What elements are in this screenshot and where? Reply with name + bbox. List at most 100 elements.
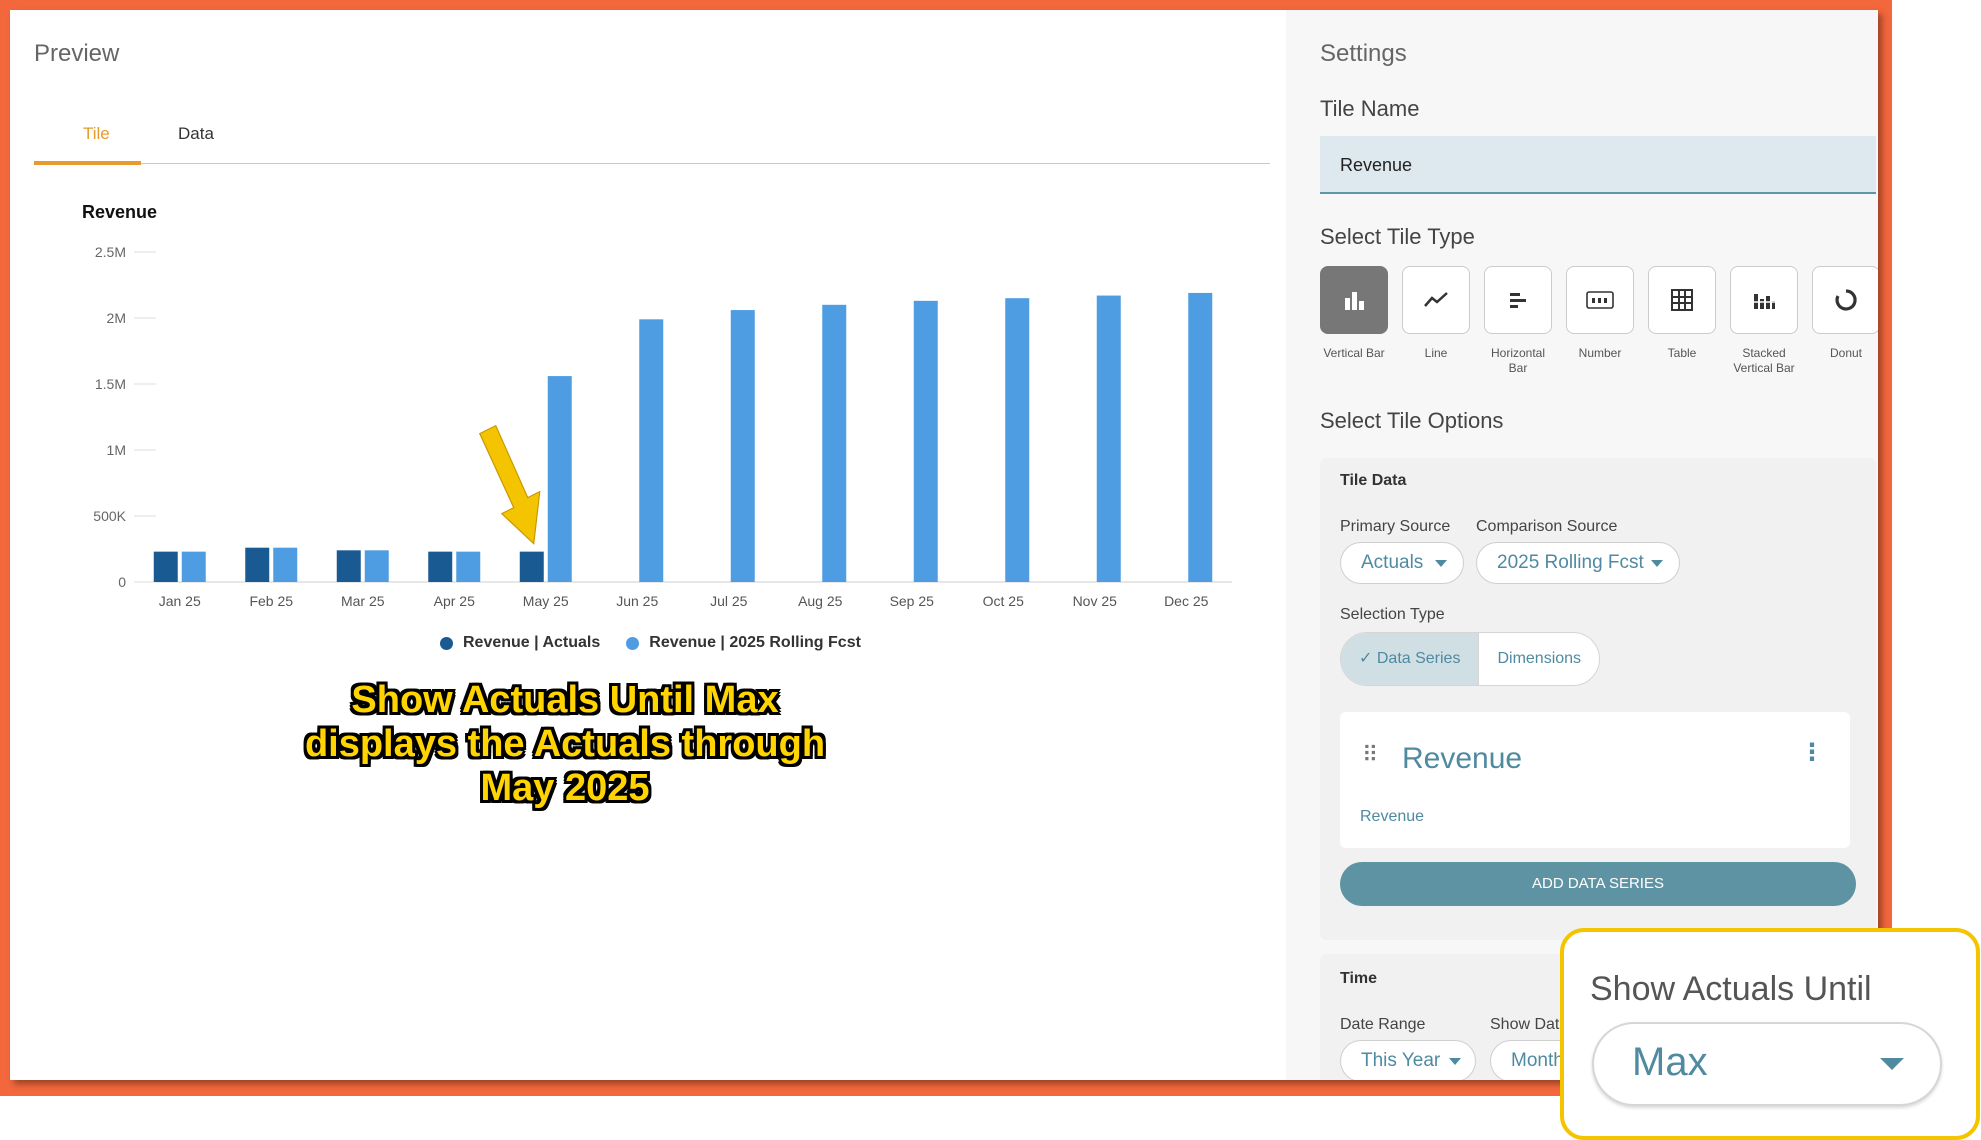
tile-type-label: Horizontal Bar [1490,346,1546,375]
number-icon [1586,291,1614,309]
x-tick-label: Jun 25 [616,593,658,609]
preview-title: Preview [34,40,120,67]
tile-data-heading: Tile Data [1340,472,1407,489]
callout-line-2: displays the Actuals through [304,723,826,765]
vertical-bar-button[interactable] [1320,266,1388,334]
donut-icon [1835,289,1857,311]
bar-forecast [364,550,389,582]
tile-type-label: Number [1578,346,1622,360]
bar-actuals [245,547,270,582]
tile-type-label: Stacked Vertical Bar [1733,346,1795,375]
legend-label-actuals: Revenue | Actuals [463,634,601,651]
chevron-down-icon [1449,1058,1461,1065]
data-series-label: Data Series [1376,650,1461,667]
line-button[interactable] [1402,266,1470,334]
bar-forecast [1005,298,1030,582]
vertical-bar-icon [1345,292,1364,310]
x-tick-label: Oct 25 [983,593,1024,609]
x-tick-label: Mar 25 [341,593,385,609]
table-button[interactable] [1648,266,1716,334]
bar-actuals [428,551,453,582]
chart-title: Revenue [82,202,158,222]
tab-tile[interactable]: Tile [83,124,110,144]
annotation-arrow [478,424,541,545]
y-tick-label: 0 [118,574,126,590]
bar-forecast [181,551,206,582]
selection-data-series-button[interactable]: ✓ Data Series [1341,633,1479,685]
comparison-source-select[interactable]: 2025 Rolling Fcst [1476,542,1680,584]
x-tick-label: Nov 25 [1073,593,1118,609]
primary-source-label: Primary Source [1340,518,1451,535]
bar-forecast [1188,292,1213,582]
legend-item-actuals[interactable]: Revenue | Actuals [440,634,600,652]
chevron-down-icon [1435,560,1447,567]
tile-type-donut[interactable]: Donut [1812,266,1878,376]
bar-forecast [547,376,572,582]
comparison-source-label: Comparison Source [1476,518,1618,535]
selection-dimensions-button[interactable]: Dimensions [1478,633,1599,685]
add-data-series-button[interactable]: ADD DATA SERIES [1340,862,1856,906]
tile-type-picker: Vertical Bar Line Horizontal Bar Number … [1320,266,1878,376]
y-tick-label: 1.5M [95,376,126,392]
x-tick-label: Feb 25 [249,593,293,609]
comparison-source-value: 2025 Rolling Fcst [1497,552,1644,573]
line-chart-icon [1424,292,1448,307]
show-data-value: Month [1511,1050,1564,1071]
tile-type-table[interactable]: Table [1648,266,1716,376]
tile-name-input[interactable]: Revenue [1320,136,1876,194]
series-name: Revenue [1402,742,1523,775]
tab-data[interactable]: Data [178,124,214,144]
x-tick-label: May 25 [523,593,569,609]
bar-forecast [822,304,847,582]
tile-type-horizontal-bar[interactable]: Horizontal Bar [1484,266,1552,376]
chevron-down-icon [1651,560,1663,567]
horizontal-bar-icon [1510,293,1526,308]
drag-handle-icon[interactable]: ⠿ [1362,742,1378,768]
tile-type-number[interactable]: Number [1566,266,1634,376]
x-tick-label: Aug 25 [798,593,843,609]
bar-forecast [1096,295,1121,582]
tile-type-vertical-bar[interactable]: Vertical Bar [1320,266,1388,376]
show-actuals-until-label: Show Actuals Until [1590,970,1872,1008]
bar-forecast [913,300,938,582]
x-tick-label: Jul 25 [710,593,748,609]
number-button[interactable] [1566,266,1634,334]
table-icon [1671,289,1693,311]
tile-type-label: Donut [1829,346,1863,360]
y-tick-label: 2M [107,310,126,326]
chart-legend: Revenue | Actuals Revenue | 2025 Rolling… [440,634,861,652]
preview-tabs: Tile Data [34,110,1270,165]
preview-panel: Preview Tile Data Revenue 0 500K 1M 1.5M 2M 2… [10,10,1286,1080]
tile-type-line[interactable]: Line [1402,266,1470,376]
x-tick-label: Apr 25 [434,593,475,609]
active-tab-indicator [34,161,141,165]
selection-type-toggle: ✓ Data Series Dimensions [1340,632,1601,686]
legend-item-forecast[interactable]: Revenue | 2025 Rolling Fcst [626,634,861,652]
bar-actuals [153,551,178,582]
tile-name-heading: Tile Name [1320,96,1420,121]
tile-type-stacked-bar[interactable]: Stacked Vertical Bar [1730,266,1798,376]
tile-data-card: Tile Data Primary Source Actuals Compari… [1320,458,1876,940]
show-data-label: Show Dat [1490,1016,1560,1033]
bar-actuals [519,551,544,582]
bar-forecast [273,547,298,582]
bar-forecast [456,551,481,582]
horizontal-bar-button[interactable] [1484,266,1552,334]
more-menu-icon[interactable]: ⋮ [1800,738,1824,767]
date-range-select[interactable]: This Year [1340,1040,1476,1080]
selection-type-label: Selection Type [1340,606,1445,623]
donut-button[interactable] [1812,266,1878,334]
x-tick-label: Dec 25 [1164,593,1209,609]
tile-type-label: Vertical Bar [1323,346,1385,360]
app-window: Preview Tile Data Revenue 0 500K 1M 1.5M 2M 2… [10,10,1878,1080]
bar-actuals [336,550,361,582]
bar-forecast [639,319,664,582]
primary-source-select[interactable]: Actuals [1340,542,1464,584]
y-tick-label: 1M [107,442,126,458]
legend-label-forecast: Revenue | 2025 Rolling Fcst [649,634,861,651]
stacked-bar-icon [1752,294,1776,309]
legend-dot-actuals [440,636,453,650]
chevron-down-icon [1880,1058,1904,1070]
stacked-bar-button[interactable] [1730,266,1798,334]
show-actuals-until-select[interactable]: Max [1592,1022,1942,1106]
